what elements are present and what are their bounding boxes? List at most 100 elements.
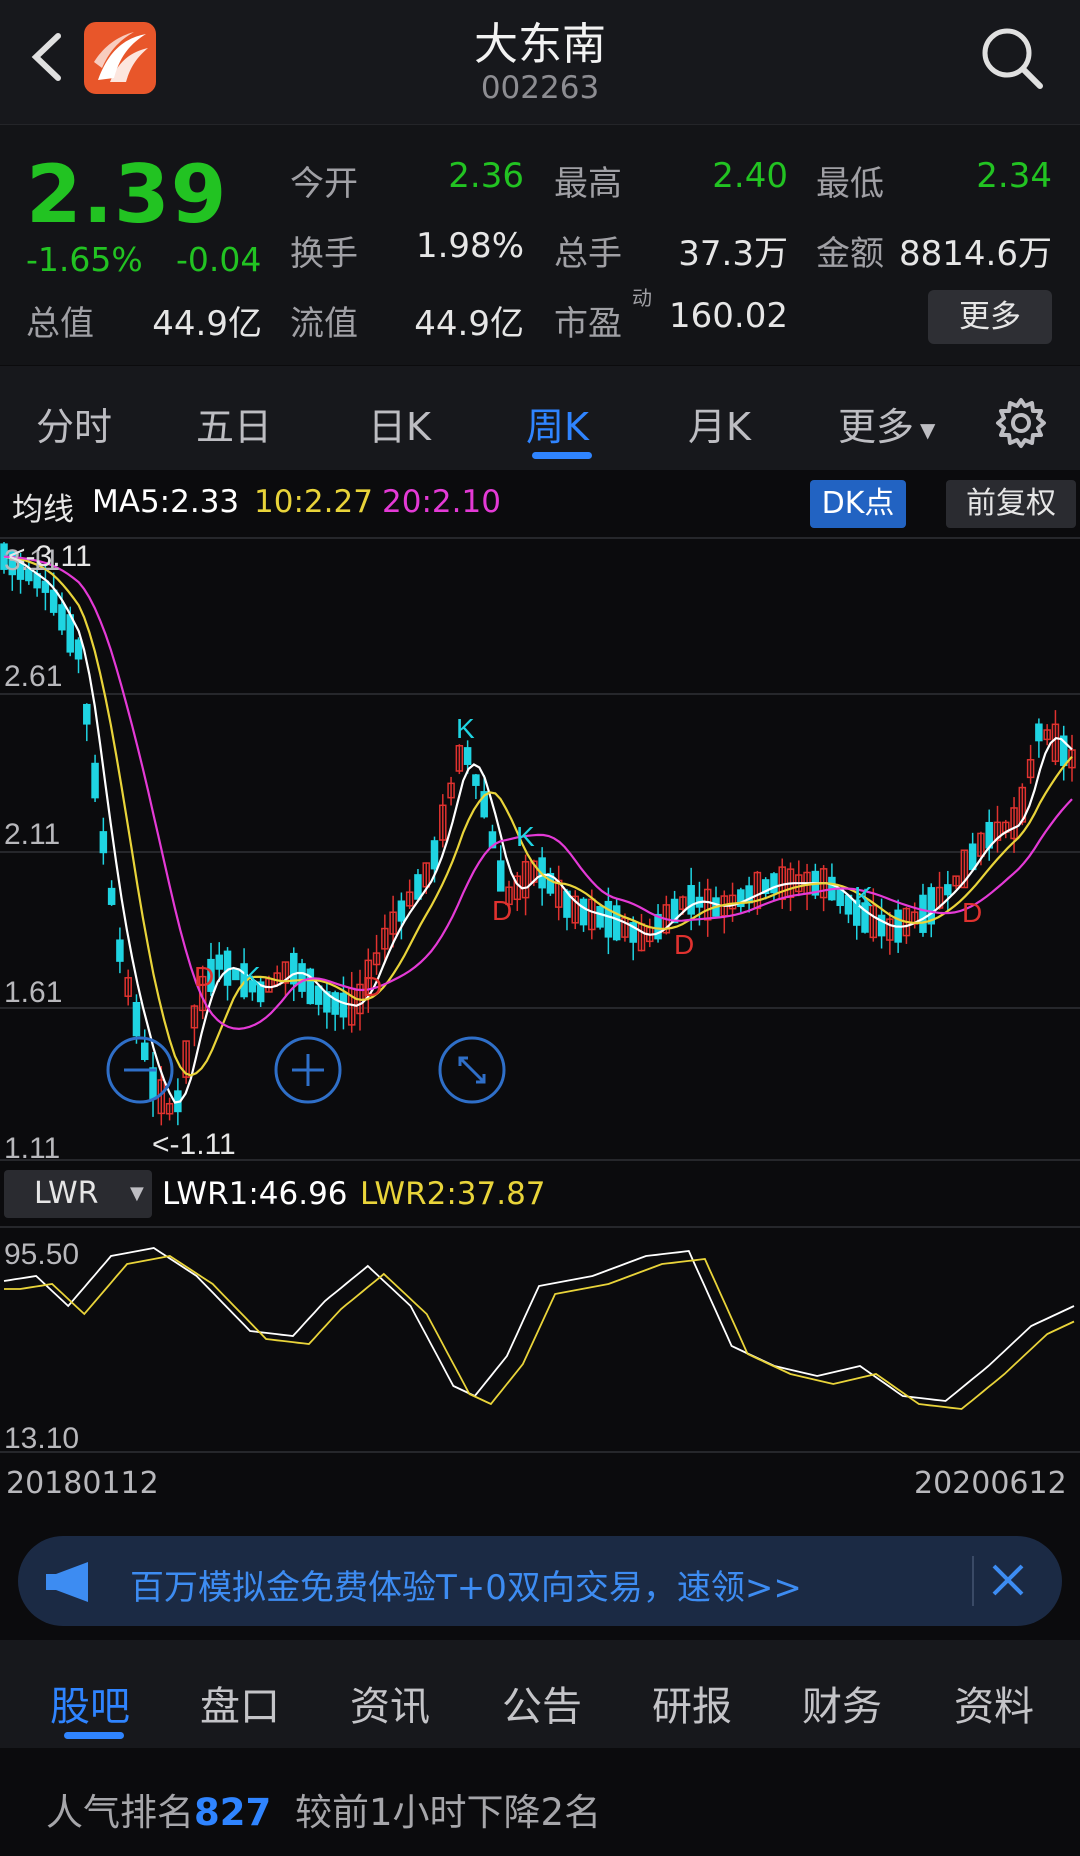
candle xyxy=(877,914,886,937)
k-marker: K xyxy=(242,961,261,992)
forward-adjust-button[interactable]: 前复权 xyxy=(946,480,1076,528)
zoom-out-icon[interactable] xyxy=(106,1036,174,1104)
stat-label-open: 今开 xyxy=(290,164,358,204)
stat-value-pe: 160.02 xyxy=(669,296,788,336)
d-marker: D xyxy=(492,895,512,926)
caret-down-icon: ▼ xyxy=(130,1183,144,1204)
stat-value-turnover: 1.98% xyxy=(415,226,524,266)
popularity-rank: 人气排名827 较前1小时下降2名 xyxy=(46,1782,601,1836)
lwr-chart[interactable]: 95.50 13.10 xyxy=(0,1226,1080,1454)
candle xyxy=(463,747,472,765)
candle xyxy=(290,952,298,985)
popularity-number: 827 xyxy=(194,1791,272,1834)
candle xyxy=(472,774,480,786)
ma20-value: 20:2.10 xyxy=(382,484,501,520)
tab-finance[interactable]: 财务 xyxy=(802,1674,882,1732)
change-percent: -1.65% xyxy=(26,240,143,279)
date-start: 20180112 xyxy=(6,1466,159,1501)
candle xyxy=(116,939,124,962)
candle xyxy=(140,1042,149,1061)
tab-monthly-k[interactable]: 月K xyxy=(688,396,751,451)
ma10-value: 10:2.27 xyxy=(254,484,373,520)
candle xyxy=(331,992,339,1015)
more-stats-button[interactable]: 更多 xyxy=(928,290,1052,344)
tab-intraday[interactable]: 分时 xyxy=(36,396,112,451)
lwr1-line xyxy=(3,1247,1075,1402)
tab-news[interactable]: 资讯 xyxy=(350,1674,430,1732)
candle xyxy=(612,905,621,941)
tab-more[interactable]: 更多 ▼ xyxy=(838,396,935,451)
candle xyxy=(132,1001,141,1037)
stat-label-turnover: 换手 xyxy=(290,234,358,274)
popularity-change: 较前1小时下降2名 xyxy=(295,1791,602,1834)
close-icon[interactable] xyxy=(990,1562,1026,1598)
zoom-in-icon[interactable] xyxy=(274,1036,342,1104)
candle xyxy=(298,963,306,992)
d-marker: D xyxy=(962,897,982,928)
date-end: 20200612 xyxy=(914,1466,1067,1501)
search-icon[interactable] xyxy=(976,22,1048,94)
dk-point-button[interactable]: DK点 xyxy=(810,480,906,528)
k-marker: K xyxy=(854,881,873,912)
candle xyxy=(232,968,240,981)
fullscreen-icon[interactable] xyxy=(438,1036,506,1104)
stat-label-pe: 市盈 xyxy=(554,304,622,344)
tab-research[interactable]: 研报 xyxy=(652,1674,732,1732)
candle xyxy=(944,884,952,896)
d-marker: D xyxy=(194,961,214,992)
stat-label-high: 最高 xyxy=(554,164,622,204)
low-marker: <-1.11 xyxy=(152,1128,236,1161)
candle xyxy=(339,992,348,1018)
stat-value-volume: 37.3万 xyxy=(678,234,788,274)
change-value: -0.04 xyxy=(176,240,262,279)
popularity-prefix: 人气排名 xyxy=(46,1791,194,1834)
candle xyxy=(49,589,58,613)
candle xyxy=(1035,723,1043,742)
d-marker: D xyxy=(674,929,694,960)
stat-label-low: 最低 xyxy=(816,164,884,204)
ma20-line xyxy=(3,555,1073,1031)
ma10-line xyxy=(3,555,1073,1077)
k-marker: K xyxy=(456,713,475,744)
ma-label: 均线 xyxy=(12,492,74,528)
candle xyxy=(414,874,422,900)
stat-label-volume: 总手 xyxy=(554,234,622,274)
tab-orderbook[interactable]: 盘口 xyxy=(200,1674,280,1732)
tab-profile[interactable]: 资料 xyxy=(954,1674,1034,1732)
active-tab-indicator xyxy=(532,452,592,459)
active-bottom-tab-indicator xyxy=(64,1732,124,1739)
candle xyxy=(397,900,406,922)
tab-five-day[interactable]: 五日 xyxy=(196,396,272,451)
price-label-2.11: 2.11 xyxy=(4,818,60,851)
tab-daily-k[interactable]: 日K xyxy=(368,396,431,451)
indicator-select-label: LWR xyxy=(34,1176,99,1211)
gear-icon[interactable] xyxy=(994,396,1048,450)
stat-value-low: 2.34 xyxy=(976,156,1052,196)
tab-announcements[interactable]: 公告 xyxy=(502,1674,582,1732)
stat-value-total-cap: 44.9亿 xyxy=(152,304,262,344)
lwr1-value: LWR1:46.96 xyxy=(162,1176,348,1212)
megaphone-icon xyxy=(46,1562,88,1602)
kline-chart[interactable]: 3.11 2.61 2.11 1.61 1.11 <-3.11 <-1.11 K… xyxy=(0,534,1080,1162)
stat-label-amount: 金额 xyxy=(816,234,884,274)
stat-label-total-cap: 总值 xyxy=(26,304,94,344)
candle xyxy=(496,860,505,892)
banner-divider xyxy=(972,1556,974,1606)
k-marker: K xyxy=(516,821,535,852)
indicator-select[interactable]: LWR ▼ xyxy=(4,1170,152,1218)
candle xyxy=(596,906,604,928)
candle xyxy=(91,762,99,799)
lwr-min-label: 13.10 xyxy=(4,1422,79,1454)
stat-label-float-cap: 流值 xyxy=(290,304,358,344)
candle xyxy=(604,900,613,938)
high-marker: <-3.11 xyxy=(8,540,92,573)
candle xyxy=(149,1067,157,1100)
promo-text[interactable]: 百万模拟金免费体验T+0双向交易，速领>> xyxy=(130,1560,802,1609)
d-marker: D xyxy=(362,971,382,1002)
tab-forum[interactable]: 股吧 xyxy=(50,1674,130,1732)
stat-value-open: 2.36 xyxy=(448,156,524,196)
tab-weekly-k[interactable]: 周K xyxy=(526,396,589,451)
stat-value-amount: 8814.6万 xyxy=(899,234,1052,274)
price-label-1.61: 1.61 xyxy=(4,976,62,1009)
ma5-value: MA5:2.33 xyxy=(92,484,240,520)
